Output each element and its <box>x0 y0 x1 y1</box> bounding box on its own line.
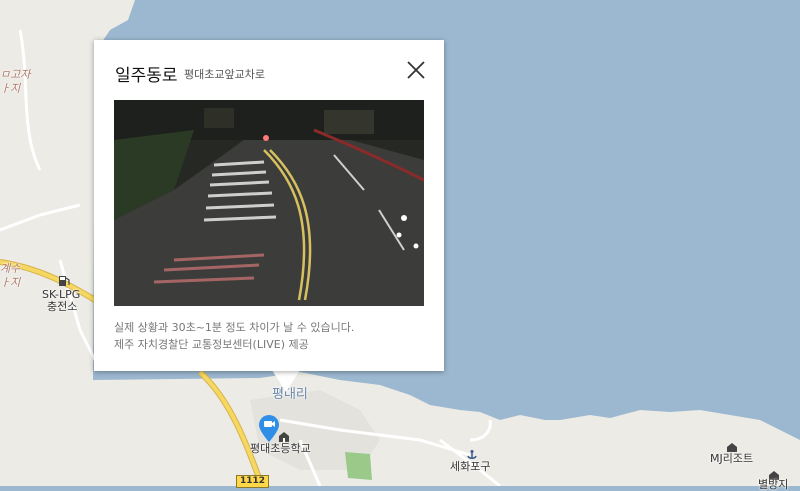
place-icon <box>768 466 780 480</box>
map-label-edge: 계수 <box>0 262 21 275</box>
map-label-resort[interactable]: MJ리조트 <box>710 452 753 465</box>
gas-station-icon <box>58 272 70 286</box>
port-icon <box>466 446 478 459</box>
popup-provider-line: 제주 자치경찰단 교통정보센터(LIVE) 제공 <box>114 338 309 351</box>
cctv-marker[interactable] <box>258 415 280 443</box>
popup-title: 일주동로 <box>115 66 178 86</box>
map-label-gas-station-suffix[interactable]: 충전소 <box>47 300 77 313</box>
map-label-port[interactable]: 세화포구 <box>450 460 490 473</box>
map-label-edge: ㅏ지 <box>0 82 21 95</box>
popup-tail <box>272 370 300 392</box>
cctv-camera-feed[interactable] <box>114 100 424 306</box>
map-label-edge: ㅏ지 <box>0 276 21 289</box>
map-label-edge: ㅁ고자 <box>0 68 31 81</box>
map-label-edge[interactable]: 별방지 <box>758 478 788 491</box>
resort-icon <box>726 438 738 452</box>
road-number-badge: 1112 <box>236 475 270 488</box>
cctv-popup: 일주동로 평대초교앞교차로 실제 상황과 30초~1분 정도 차이가 날 수 있… <box>94 40 444 371</box>
popup-notice-line: 실제 상황과 30초~1분 정도 차이가 날 수 있습니다. <box>114 321 355 334</box>
map-label-school[interactable]: 평대초등학교 <box>250 442 311 455</box>
close-icon[interactable] <box>404 58 428 82</box>
popup-subtitle: 평대초교앞교차로 <box>184 68 265 81</box>
park-area <box>345 452 372 480</box>
